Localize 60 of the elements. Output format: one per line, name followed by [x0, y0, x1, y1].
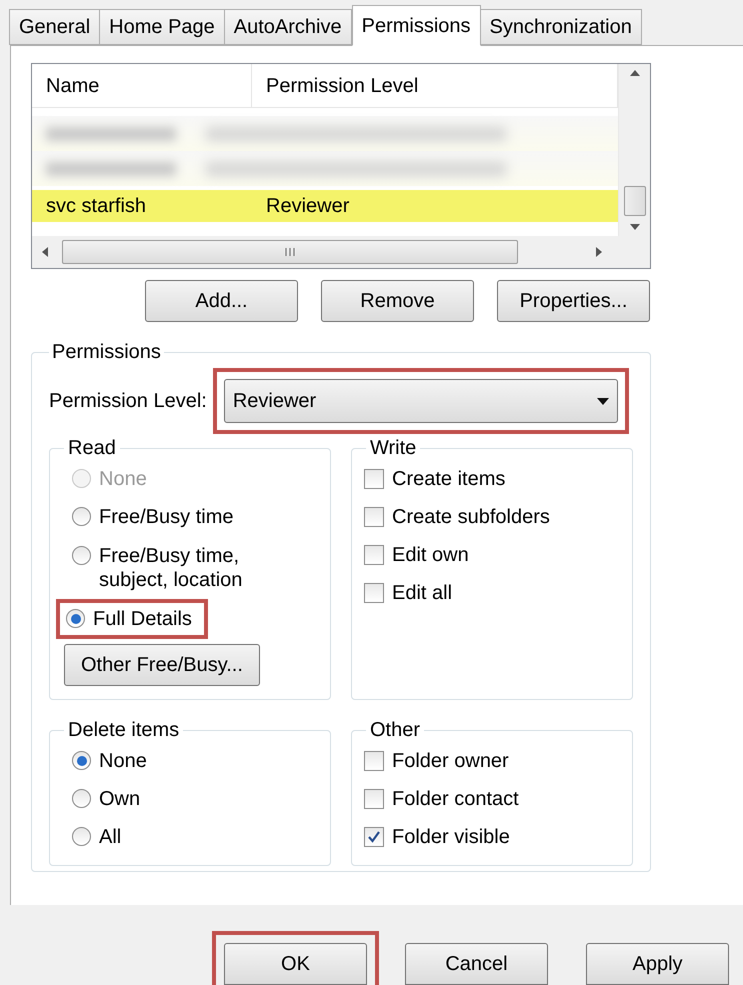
radio-label: All: [99, 825, 122, 849]
dialog-button[interactable]: OK: [224, 943, 367, 985]
other-free-busy-button[interactable]: Other Free/Busy...: [64, 644, 260, 686]
radio-label: Free/Busy time: [99, 505, 234, 529]
level-cell-text: Reviewer: [265, 194, 350, 219]
group-title: Read: [67, 436, 117, 460]
group-title: Permissions: [51, 340, 162, 364]
checkbox[interactable]: [364, 469, 384, 489]
radio-label: Own: [99, 787, 140, 811]
checkbox[interactable]: [364, 545, 384, 565]
dialog-button[interactable]: Cancel: [405, 943, 548, 985]
radio-button[interactable]: [72, 546, 91, 565]
tab[interactable]: Home Page: [99, 9, 225, 45]
dialog-button[interactable]: Apply: [586, 943, 729, 985]
list-action-button[interactable]: Add...: [145, 280, 298, 322]
tab[interactable]: AutoArchive: [224, 9, 352, 45]
checkbox-label: Create subfolders: [392, 505, 550, 530]
list-action-button[interactable]: Remove: [321, 280, 474, 322]
radio-button[interactable]: [72, 789, 91, 808]
vertical-scrollbar[interactable]: [618, 64, 650, 236]
column-header[interactable]: Name: [32, 64, 252, 107]
checkbox-label: Folder contact: [392, 787, 519, 812]
checkbox[interactable]: [364, 507, 384, 527]
scroll-thumb[interactable]: [624, 186, 646, 216]
radio-button[interactable]: [66, 609, 85, 628]
field-label: Permission Level:: [49, 389, 207, 414]
checkbox-label: Folder visible: [392, 825, 510, 850]
tab[interactable]: Synchronization: [480, 9, 642, 45]
group-title: Other: [369, 718, 422, 742]
radio-button[interactable]: [72, 751, 91, 770]
name-cell-text: svc starfish: [45, 194, 148, 219]
right-arrow-icon[interactable]: [596, 247, 602, 257]
checkbox[interactable]: [364, 751, 384, 771]
radio-label: Free/Busy time, subject, location: [99, 544, 242, 592]
up-arrow-icon[interactable]: [630, 70, 640, 76]
checkbox-label: Folder owner: [392, 749, 509, 774]
grip-icon: [285, 248, 295, 256]
tab[interactable]: Permissions: [352, 5, 481, 46]
left-arrow-icon[interactable]: [42, 247, 48, 257]
dropdown-arrow-icon: [596, 398, 609, 404]
list-row[interactable]: svc starfish Reviewer: [32, 190, 618, 222]
group-title: Delete items: [67, 718, 180, 742]
checkbox[interactable]: [364, 583, 384, 603]
list-action-button[interactable]: Properties...: [497, 280, 650, 322]
radio-label: None: [99, 749, 147, 773]
permission-level-dropdown[interactable]: Reviewer: [224, 379, 618, 423]
group-title: Write: [369, 436, 418, 460]
scroll-thumb[interactable]: [62, 240, 518, 264]
checkbox-label: Edit own: [392, 543, 469, 568]
tab[interactable]: General: [9, 9, 100, 45]
radio-label: None: [99, 467, 147, 491]
down-arrow-icon[interactable]: [630, 224, 640, 230]
horizontal-scrollbar[interactable]: [32, 236, 650, 268]
radio-label: Full Details: [93, 607, 192, 631]
radio-button[interactable]: [72, 827, 91, 846]
checkbox[interactable]: [364, 827, 384, 847]
radio-button[interactable]: [72, 507, 91, 526]
checkbox-label: Edit all: [392, 581, 452, 606]
checkbox-label: Create items: [392, 467, 506, 492]
checkbox[interactable]: [364, 789, 384, 809]
